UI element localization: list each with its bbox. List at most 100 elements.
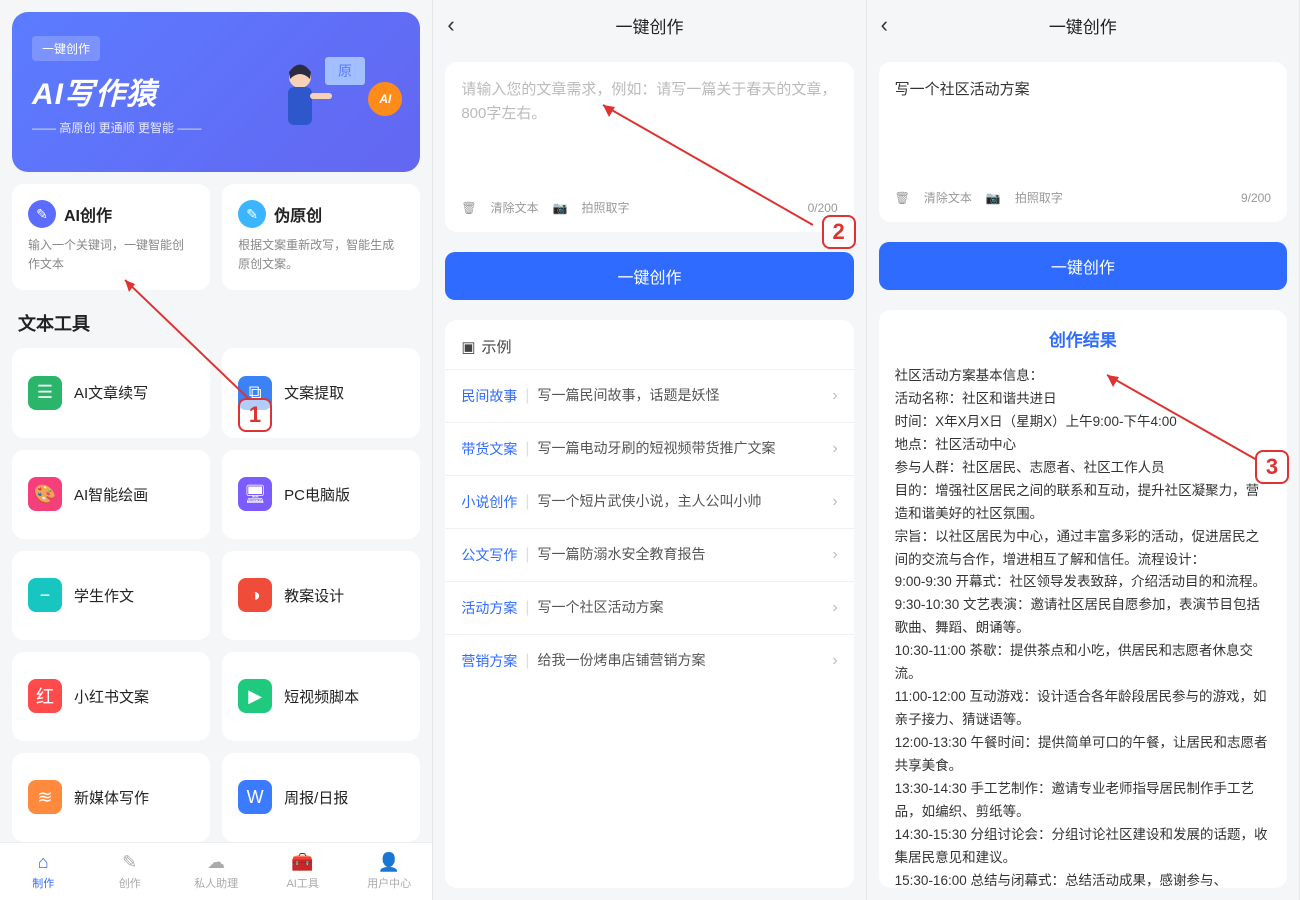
example-text: 给我一份烤串店铺营销方案 [537,651,824,671]
arrow-1 [110,270,260,410]
tool-icon: W [238,780,272,814]
example-tag: 民间故事 [461,386,517,406]
tab-icon: ☁ [207,852,225,873]
tab-label: AI工具 [286,875,318,891]
pencil-icon: ✎ [28,200,56,228]
clear-text-button[interactable]: 清除文本 [924,189,972,206]
tool-item[interactable]: ≋ 新媒体写作 [12,753,210,842]
tab-icon: 🧰 [291,852,313,873]
camera-icon[interactable]: 📷 [986,191,1001,205]
example-item[interactable]: 小说创作|写一个短片武侠小说，主人公叫小帅› [445,475,853,528]
hero-banner[interactable]: 一键创作 AI写作猿 —— 高原创 更通顺 更智能 —— AI 原 [12,12,420,172]
tool-label: 周报/日报 [284,787,348,808]
tool-item[interactable]: W 周报/日报 [222,753,420,842]
tabbar: ⌂ 制作 ✎ 创作 ☁私人助理 🧰 AI工具 👤 用户中心 [0,842,432,900]
examples-heading: ▣ 示例 [445,332,853,369]
create-button[interactable]: 一键创作 [879,242,1287,290]
clear-text-button[interactable]: 清除文本 [491,199,539,216]
tool-label: 小红书文案 [74,686,149,707]
page-title: 一键创作 [447,13,851,38]
tab-icon: ✎ [122,852,137,873]
screen-home: 一键创作 AI写作猿 —— 高原创 更通顺 更智能 —— AI 原 ✎ AI创作… [0,0,433,900]
tab-item[interactable]: ⌂ 制作 [0,843,86,900]
create-button[interactable]: 一键创作 [445,252,853,300]
tool-icon: 红 [28,679,62,713]
screen-create-result: ‹ 一键创作 写一个社区活动方案 🗑 清除文本 📷 拍照取字 9/200 一键创… [867,0,1300,900]
result-title: 创作结果 [895,326,1271,351]
tool-icon: 🎨 [28,477,62,511]
tool-icon: ▶ [238,679,272,713]
example-tag: 公文写作 [461,545,517,565]
trash-icon[interactable]: 🗑 [895,191,910,205]
tool-icon: − [28,578,62,612]
topbar: ‹ 一键创作 [433,0,865,50]
tool-grid: ☰AI文章续写⧉文案提取🎨AI智能绘画🖥PC电脑版−学生作文◑教案设计红小红书文… [0,348,432,842]
example-item[interactable]: 活动方案|写一个社区活动方案› [445,581,853,634]
example-text: 写一个短片武侠小说，主人公叫小帅 [537,492,824,512]
tab-label: 用户中心 [367,875,411,891]
card-title: 伪原创 [274,202,322,226]
examples-card: ▣ 示例 民间故事|写一篇民间故事，话题是妖怪›带货文案|写一篇电动牙刷的短视频… [445,320,853,888]
example-text: 写一个社区活动方案 [537,598,824,618]
edit-icon: ✎ [238,200,266,228]
tool-icon: ≋ [28,780,62,814]
chevron-right-icon: › [832,599,837,617]
tool-icon: ◑ [238,578,272,612]
example-item[interactable]: 公文写作|写一篇防溺水安全教育报告› [445,528,853,581]
chevron-right-icon: › [832,387,837,405]
card-title: AI创作 [64,202,112,226]
example-text: 写一篇防溺水安全教育报告 [537,545,824,565]
example-tag: 带货文案 [461,439,517,459]
arrow-3 [1097,365,1267,465]
chevron-right-icon: › [832,546,837,564]
tool-label: 新媒体写作 [74,787,149,808]
tab-icon: ⌂ [38,852,49,873]
tool-item[interactable]: 🖥PC电脑版 [222,450,420,539]
prompt-input[interactable]: 写一个社区活动方案 [895,78,1271,179]
topbar: ‹ 一键创作 [867,0,1299,50]
screen-create-empty: ‹ 一键创作 🗑 清除文本 📷 拍照取字 0/200 一键创作 ▣ 示例 民间故… [433,0,866,900]
tool-label: 文案提取 [284,382,344,403]
tab-item[interactable]: 👤 用户中心 [346,843,432,900]
tab-label: 制作 [32,875,54,891]
callout-2: 2 [822,215,856,249]
tool-label: PC电脑版 [284,484,350,505]
tab-icon: 👤 [378,852,400,873]
tool-item[interactable]: ◑ 教案设计 [222,551,420,640]
svg-text:原: 原 [338,63,352,79]
example-item[interactable]: 带货文案|写一篇电动牙刷的短视频带货推广文案› [445,422,853,475]
trash-icon[interactable]: 🗑 [461,201,476,215]
example-text: 写一篇民间故事，话题是妖怪 [537,386,824,406]
hero-badge: 一键创作 [32,36,100,61]
callout-3: 3 [1255,450,1289,484]
tab-item[interactable]: 🧰 AI工具 [259,843,345,900]
tool-label: 学生作文 [74,585,134,606]
tab-label: 创作 [119,875,141,891]
callout-1: 1 [238,398,272,432]
tool-item[interactable]: 红小红书文案 [12,652,210,741]
example-item[interactable]: 营销方案|给我一份烤串店铺营销方案› [445,634,853,687]
chevron-right-icon: › [832,652,837,670]
camera-text-button[interactable]: 拍照取字 [1015,189,1063,206]
example-item[interactable]: 民间故事|写一篇民间故事，话题是妖怪› [445,369,853,422]
tool-item[interactable]: 🎨 AI智能绘画 [12,450,210,539]
hero-illustration: 原 [270,47,370,167]
tool-label: AI智能绘画 [74,484,148,505]
tab-item[interactable]: ☁私人助理 [173,843,259,900]
tool-item[interactable]: −学生作文 [12,551,210,640]
chevron-right-icon: › [832,493,837,511]
tool-label: 教案设计 [284,585,344,606]
example-tag: 活动方案 [461,598,517,618]
chevron-right-icon: › [832,440,837,458]
arrow-2 [593,95,823,235]
card-desc: 根据文案重新改写，智能生成原创文案。 [238,236,404,274]
tool-label: 短视频脚本 [284,686,359,707]
example-tag: 小说创作 [461,492,517,512]
examples-label: 示例 [482,336,512,357]
tool-icon: ☰ [28,376,62,410]
page-title: 一键创作 [881,13,1285,38]
card-desc: 输入一个关键词，一键智能创作文本 [28,236,194,274]
tool-item[interactable]: ▶ 短视频脚本 [222,652,420,741]
tab-item[interactable]: ✎ 创作 [86,843,172,900]
camera-icon[interactable]: 📷 [553,201,568,215]
